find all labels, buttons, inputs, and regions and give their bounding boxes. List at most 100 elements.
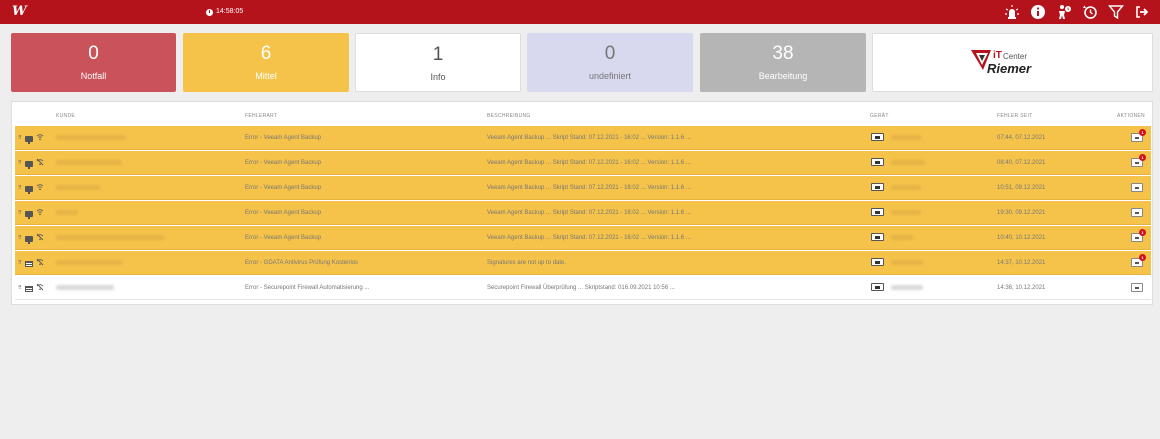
device-icon[interactable] — [871, 283, 884, 291]
tile-mittel[interactable]: 6 Mittel — [183, 33, 349, 92]
logout-icon[interactable] — [1134, 4, 1150, 20]
device-name-redacted — [891, 285, 923, 293]
row-status-icons: ⠿ — [18, 233, 44, 244]
error-type: Error - Veeam Agent Backup — [245, 210, 322, 216]
tile-notfall[interactable]: 0 Notfall — [11, 33, 176, 92]
table-row[interactable]: ⠿ Error - Veeam Agent Backup Veeam Agent B… — [15, 226, 1151, 250]
remote-icon: ⠿ — [18, 210, 22, 216]
table-row[interactable]: ⠿ Error - Veeam Agent Backup Veeam Agent B… — [15, 151, 1151, 175]
notification-badge: 1 — [1139, 154, 1146, 161]
customer-name-redacted[interactable] — [56, 160, 122, 168]
device-icon[interactable] — [871, 183, 884, 191]
alarm-light-icon[interactable] — [1004, 4, 1020, 20]
error-type: Error - Veeam Agent Backup — [245, 235, 322, 241]
wifi-off-icon — [36, 158, 44, 169]
remote-icon: ⠿ — [18, 135, 22, 141]
wifi-icon — [36, 133, 44, 144]
customer-name-redacted[interactable] — [56, 285, 114, 293]
server-icon — [24, 260, 33, 267]
error-type: Error - Veeam Agent Backup — [245, 160, 322, 166]
row-status-icons: ⠿ — [18, 133, 44, 144]
tile-label: Notfall — [80, 71, 107, 81]
error-type: Error - Veeam Agent Backup — [245, 135, 322, 141]
server-time-text: 14:58:05 — [216, 8, 244, 15]
tile-undefiniert[interactable]: 0 undefiniert — [527, 33, 693, 92]
tile-count: 0 — [604, 43, 616, 64]
open-ticket-button[interactable] — [1131, 283, 1143, 292]
remote-icon: ⠿ — [18, 260, 22, 266]
error-since: 14:36, 10.12.2021 — [997, 285, 1046, 291]
error-since: 07:44, 07.12.2021 — [997, 135, 1046, 141]
device-name-redacted — [891, 260, 923, 268]
remote-icon: ⠿ — [18, 185, 22, 191]
tile-label: undefiniert — [588, 71, 632, 81]
device-name-redacted — [891, 235, 913, 243]
error-since: 08:40, 07.12.2021 — [997, 160, 1046, 166]
status-tiles: 0 Notfall 6 Mittel 1 Info 0 undefiniert … — [11, 33, 1153, 92]
device-icon[interactable] — [871, 258, 884, 266]
customer-name-redacted[interactable] — [56, 260, 122, 268]
open-ticket-button[interactable] — [1131, 208, 1143, 217]
monitor-icon — [24, 235, 33, 244]
user-clock-icon[interactable] — [1056, 4, 1072, 20]
table-row[interactable]: ⠿ Error - Veeam Agent Backup Veeam Agent B… — [15, 201, 1151, 225]
error-description: Veeam Agent Backup ... Skript Stand: 07.… — [487, 160, 691, 166]
clock-icon — [206, 8, 213, 16]
top-actions — [1004, 3, 1150, 21]
error-type: Error - Securepoint Firewall Automatisie… — [245, 285, 370, 291]
device-icon[interactable] — [871, 133, 884, 141]
filter-icon[interactable] — [1108, 4, 1124, 20]
error-since: 14:37, 10.12.2021 — [997, 260, 1046, 266]
customer-name-redacted[interactable] — [56, 210, 78, 218]
info-icon[interactable] — [1030, 4, 1046, 20]
table-row[interactable]: ⠿ Error - Securepoint Firewall Automatisi… — [15, 276, 1151, 300]
tile-info[interactable]: 1 Info — [355, 33, 521, 92]
col-fehler-seit[interactable]: FEHLER SEIT — [997, 113, 1033, 119]
tile-count: 1 — [432, 44, 444, 65]
col-geraet[interactable]: GERÄT — [870, 113, 889, 119]
device-icon[interactable] — [871, 208, 884, 216]
monitor-icon — [24, 210, 33, 219]
customer-name-redacted[interactable] — [56, 185, 100, 193]
row-status-icons: ⠿ — [18, 183, 44, 194]
device-icon[interactable] — [871, 233, 884, 241]
top-bar: W 14:58:05 — [0, 0, 1160, 24]
history-icon[interactable] — [1082, 4, 1098, 20]
col-beschreibung[interactable]: BESCHREIBUNG — [487, 113, 531, 119]
tile-count: 0 — [88, 43, 99, 64]
error-since: 19:30, 09.12.2021 — [997, 210, 1046, 216]
row-status-icons: ⠿ — [18, 158, 44, 169]
wifi-off-icon — [36, 283, 44, 294]
customer-name-redacted[interactable] — [56, 235, 164, 243]
device-icon[interactable] — [871, 158, 884, 166]
brand-riemer: Riemer — [987, 61, 1032, 76]
tile-count: 6 — [260, 43, 272, 64]
app-logo[interactable]: W — [12, 4, 28, 20]
open-ticket-button[interactable] — [1131, 183, 1143, 192]
wifi-off-icon — [36, 258, 44, 269]
table-row[interactable]: ⠿ Error - GDATA Antivirus Prüfung Kostenl… — [15, 251, 1151, 275]
device-name-redacted — [891, 210, 921, 218]
col-kunde[interactable]: KUNDE — [56, 113, 75, 119]
remote-icon: ⠿ — [18, 160, 22, 166]
error-description: Veeam Agent Backup ... Skript Stand: 07.… — [487, 135, 691, 141]
error-type: Error - GDATA Antivirus Prüfung Kostenlo… — [245, 260, 359, 266]
monitor-icon — [24, 185, 33, 194]
col-aktionen: AKTIONEN — [1117, 113, 1145, 119]
wifi-icon — [36, 183, 44, 194]
table-row[interactable]: ⠿ Error - Veeam Agent Backup Veeam Agent B… — [15, 176, 1151, 200]
device-name-redacted — [891, 185, 921, 193]
error-description: Securepoint Firewall Überprüfung ... Skr… — [487, 285, 675, 291]
table-row[interactable]: ⠿ Error - Veeam Agent Backup Veeam Agent B… — [15, 126, 1151, 150]
customer-name-redacted[interactable] — [56, 135, 126, 143]
notification-badge: 1 — [1139, 129, 1146, 136]
brand-it: iT — [993, 50, 1002, 61]
monitor-icon — [24, 135, 33, 144]
device-name-redacted — [891, 135, 921, 143]
col-fehlerart[interactable]: FEHLERART — [245, 113, 277, 119]
tile-label: Info — [430, 72, 446, 82]
tile-bearbeitung[interactable]: 38 Bearbeitung — [700, 33, 866, 92]
alerts-table: KUNDE FEHLERART BESCHREIBUNG GERÄT FEHLE… — [11, 101, 1153, 305]
wifi-off-icon — [36, 233, 44, 244]
row-status-icons: ⠿ — [18, 258, 44, 269]
